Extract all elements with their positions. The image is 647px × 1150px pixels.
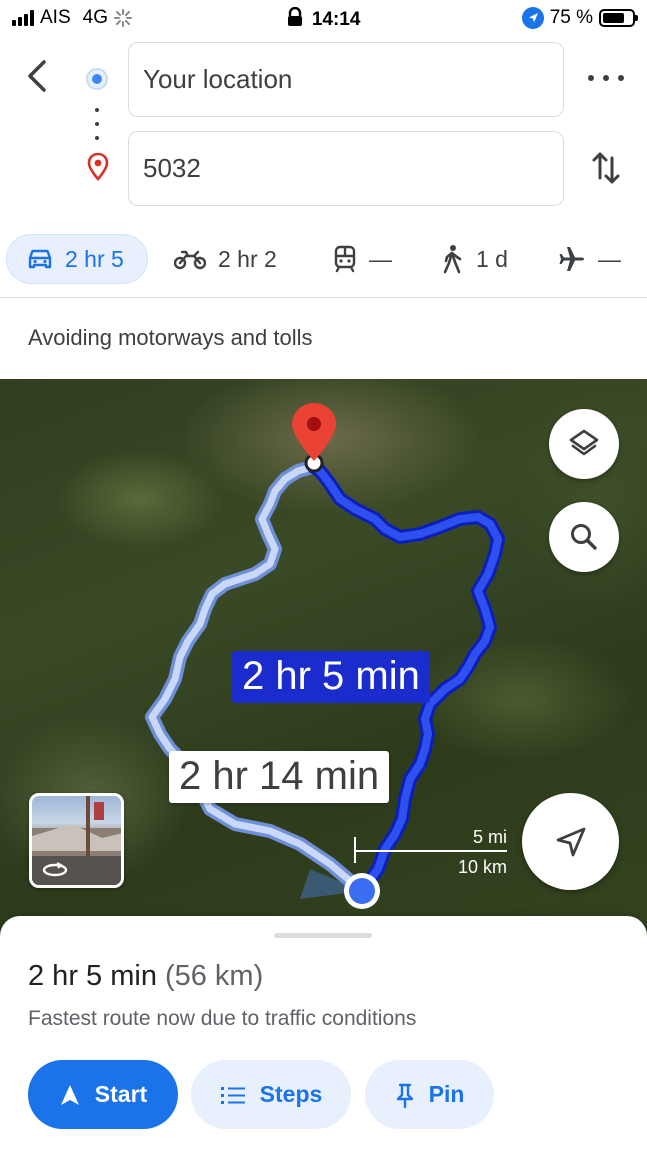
- route-connector-icon: [95, 108, 99, 140]
- tab-transit-label: —: [369, 245, 392, 272]
- route-reason: Fastest route now due to traffic conditi…: [28, 1007, 417, 1030]
- motorbike-icon: [174, 250, 206, 270]
- swap-icon: [592, 152, 620, 184]
- tab-driving[interactable]: 2 hr 5: [6, 234, 148, 284]
- street-view-thumbnail[interactable]: [29, 793, 124, 888]
- map-view[interactable]: 2 hr 5 min 2 hr 14 min 5 mi 10 km: [0, 379, 647, 939]
- back-button[interactable]: [20, 56, 56, 96]
- pin-button-label: Pin: [428, 1081, 465, 1107]
- tab-motorbike-label: 2 hr 2: [218, 245, 277, 272]
- tab-driving-label: 2 hr 5: [65, 245, 124, 272]
- scale-kilometers: 10 km: [457, 857, 507, 877]
- lock-icon: [287, 6, 302, 26]
- steps-button[interactable]: Steps: [191, 1060, 351, 1129]
- location-services-icon: [521, 7, 544, 29]
- my-location-button[interactable]: [522, 793, 619, 890]
- car-icon: [28, 249, 52, 269]
- flight-icon: [559, 247, 584, 271]
- pin-icon: [396, 1083, 413, 1108]
- swap-directions-button[interactable]: [590, 148, 622, 188]
- scale-miles: 5 mi: [472, 827, 507, 847]
- navigation-start-icon: [60, 1084, 79, 1105]
- origin-input[interactable]: Your location: [128, 42, 564, 117]
- transit-icon: [334, 245, 356, 273]
- origin-dot-icon: [86, 68, 108, 90]
- start-button-label: Start: [94, 1081, 148, 1107]
- route-duration: 2 hr 5 min: [28, 960, 157, 992]
- travel-mode-tabs: 2 hr 5 2 hr 2 — 1 d —: [0, 232, 647, 288]
- tab-flights[interactable]: —: [558, 234, 621, 284]
- status-right: 75 %: [521, 7, 638, 29]
- list-icon: [220, 1086, 245, 1104]
- pin-button[interactable]: Pin: [365, 1060, 494, 1129]
- layers-button[interactable]: [549, 409, 619, 479]
- tab-flights-label: —: [598, 245, 621, 272]
- divider: [0, 297, 647, 298]
- destination-pin-marker: [292, 403, 336, 461]
- search-along-route-button[interactable]: [549, 502, 619, 572]
- battery-icon: [599, 9, 638, 27]
- more-dot: [618, 75, 624, 81]
- layers-icon: [569, 429, 599, 456]
- navigation-arrow-icon: [556, 827, 585, 856]
- chevron-left-icon: [28, 60, 46, 92]
- alternate-route-label[interactable]: 2 hr 14 min: [169, 751, 390, 803]
- scale-bar: [354, 850, 507, 852]
- route-distance: (56 km): [164, 960, 264, 992]
- route-details-sheet: 2 hr 5 min (56 km) Fastest route now due …: [0, 916, 647, 1150]
- route-summary: 2 hr 5 min (56 km): [28, 960, 263, 993]
- search-icon: [571, 524, 597, 550]
- destination-input-value: 5032: [143, 153, 201, 183]
- more-options-button[interactable]: [588, 64, 624, 92]
- start-button[interactable]: Start: [28, 1060, 178, 1129]
- origin-input-value: Your location: [143, 64, 293, 94]
- tab-motorbike[interactable]: 2 hr 2: [174, 234, 277, 284]
- destination-input[interactable]: 5032: [128, 131, 564, 206]
- battery-fill: [603, 13, 624, 23]
- map-scale: 5 mi 10 km: [354, 827, 509, 879]
- 360-rotate-icon: [42, 862, 68, 877]
- battery-percent: 75 %: [549, 7, 593, 28]
- drag-handle[interactable]: [274, 933, 372, 938]
- destination-pin-icon: [86, 152, 110, 182]
- more-dot: [588, 75, 594, 81]
- fastest-route-label[interactable]: 2 hr 5 min: [232, 651, 430, 703]
- route-options-note[interactable]: Avoiding motorways and tolls: [28, 325, 313, 351]
- tab-walking-label: 1 d: [476, 245, 508, 272]
- more-dot: [603, 75, 609, 81]
- clock: 14:14: [311, 9, 361, 30]
- tab-transit[interactable]: —: [333, 234, 392, 284]
- steps-button-label: Steps: [259, 1081, 323, 1107]
- tab-walking[interactable]: 1 d: [440, 234, 508, 284]
- walking-icon: [443, 245, 462, 274]
- status-bar: AIS 4G 14:14 75 %: [0, 0, 647, 36]
